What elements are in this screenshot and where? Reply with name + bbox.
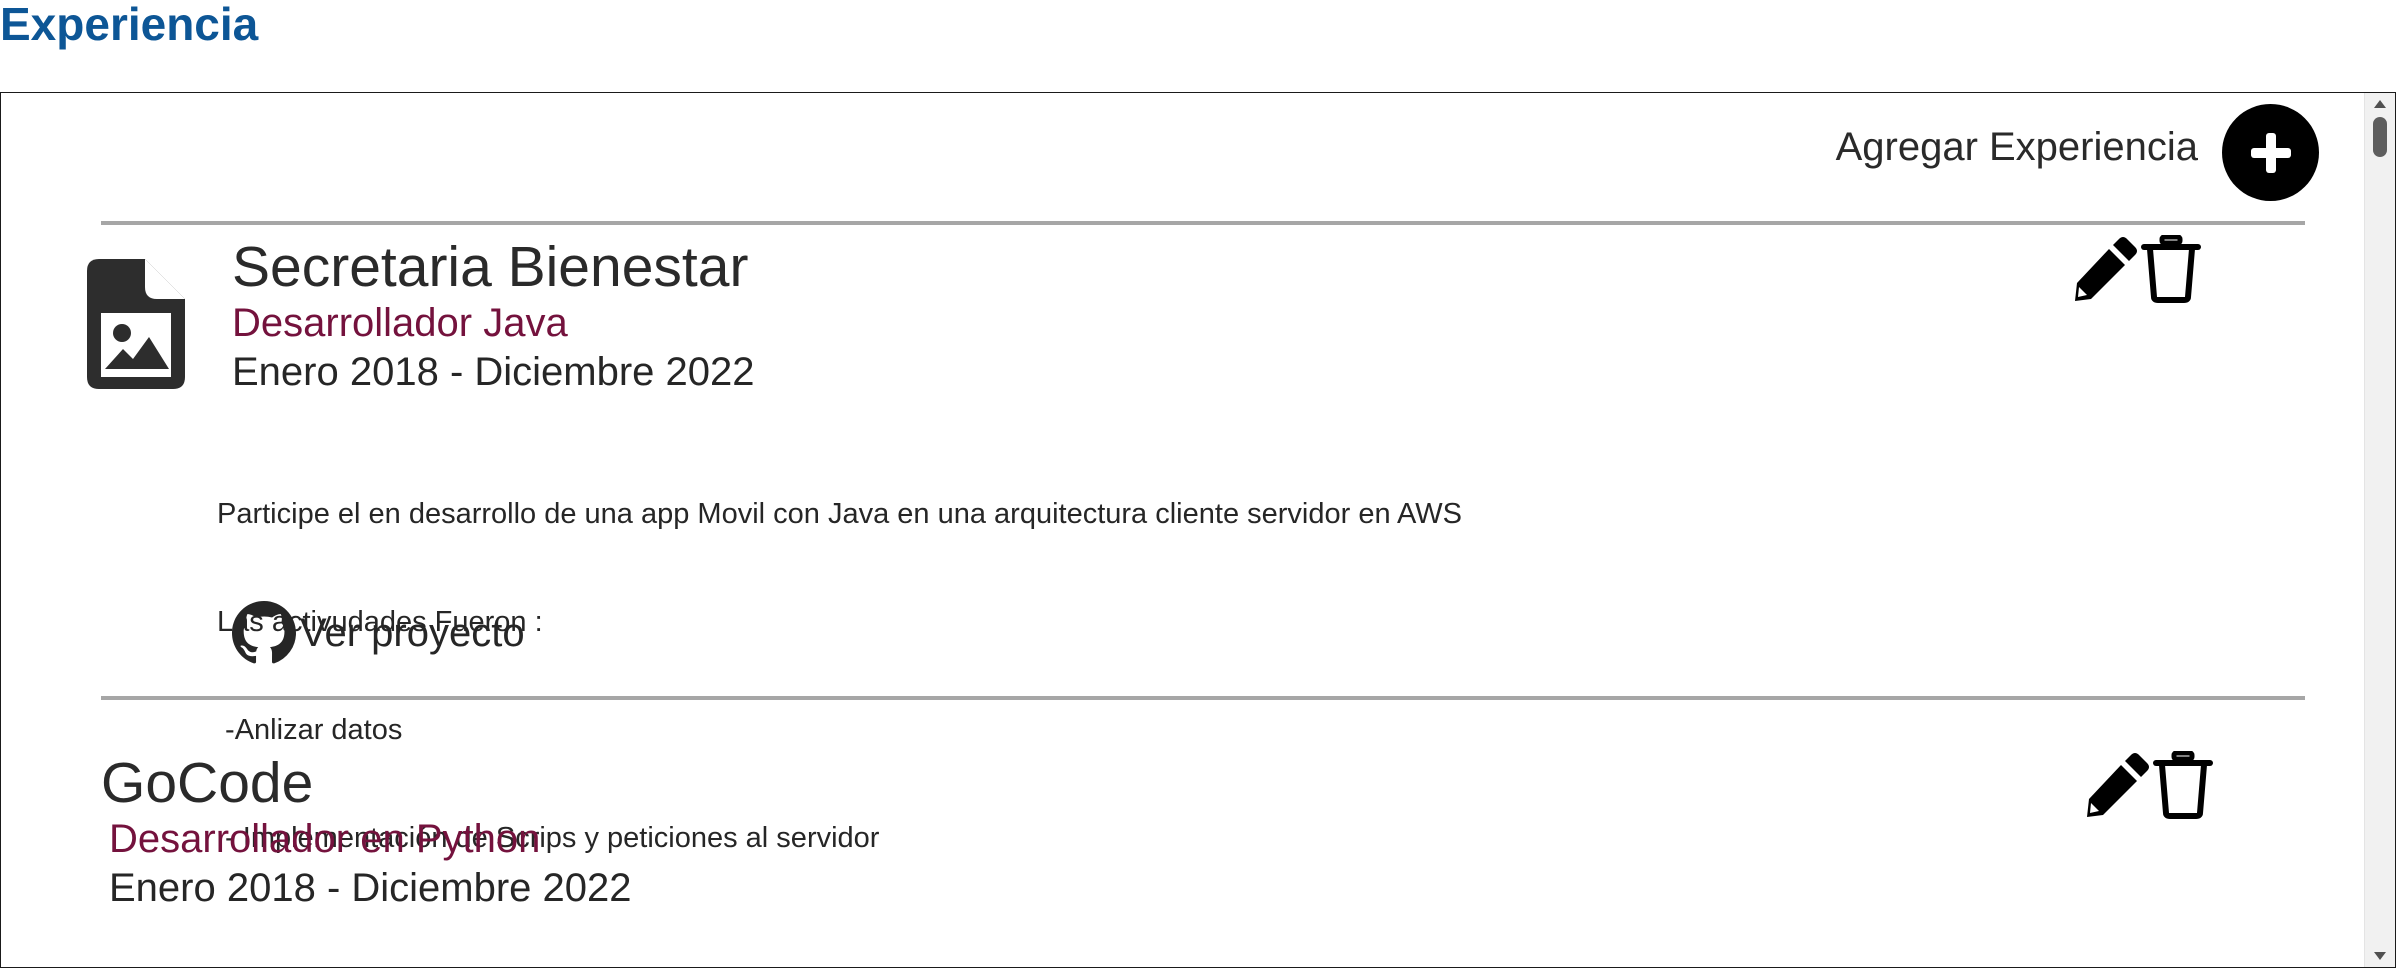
entry-actions (2085, 751, 2213, 819)
pencil-icon[interactable] (2085, 751, 2151, 819)
scrollbar-thumb[interactable] (2373, 117, 2387, 157)
divider (101, 221, 2305, 225)
add-experience-row: Agregar Experiencia (1836, 104, 2319, 201)
company-name: Secretaria Bienestar (232, 235, 749, 299)
section-title: Experiencia (0, 0, 259, 50)
plus-icon (2250, 132, 2291, 173)
project-link-label: Ver proyecto (300, 610, 525, 655)
company-name: GoCode (101, 751, 314, 815)
arrow-up-icon (2374, 100, 2386, 108)
role-title: Desarrollador en Python (109, 817, 541, 861)
description-line: Participe el en desarrollo de una app Mo… (217, 498, 1463, 530)
date-range: Enero 2018 - Diciembre 2022 (109, 866, 632, 910)
trash-icon[interactable] (2153, 751, 2213, 819)
pencil-icon[interactable] (2073, 235, 2139, 303)
role-title: Desarrollador Java (232, 301, 568, 345)
date-range: Enero 2018 - Diciembre 2022 (232, 350, 755, 394)
github-icon (232, 601, 296, 664)
trash-icon[interactable] (2141, 235, 2201, 303)
arrow-down-icon (2374, 952, 2386, 960)
description-line: -Anlizar datos (217, 714, 403, 746)
experience-entry: Secretaria Bienestar Desarrollador Java … (232, 235, 755, 397)
scroll-up-arrow[interactable] (2365, 93, 2395, 115)
experience-panel: Agregar Experiencia Secretaria Bienestar… (0, 92, 2396, 968)
experience-entry: GoCode (101, 751, 313, 815)
divider (101, 696, 2305, 700)
add-experience-button[interactable] (2222, 104, 2319, 201)
add-experience-label: Agregar Experiencia (1835, 125, 2198, 169)
image-file-icon (87, 259, 185, 389)
scroll-down-arrow[interactable] (2365, 945, 2395, 967)
vertical-scrollbar[interactable] (2364, 93, 2395, 967)
entry-actions (2073, 235, 2201, 303)
experience-entry-details: Desarrollador en Python Enero 2018 - Dic… (109, 815, 632, 913)
project-link[interactable]: Ver proyecto (232, 601, 525, 665)
